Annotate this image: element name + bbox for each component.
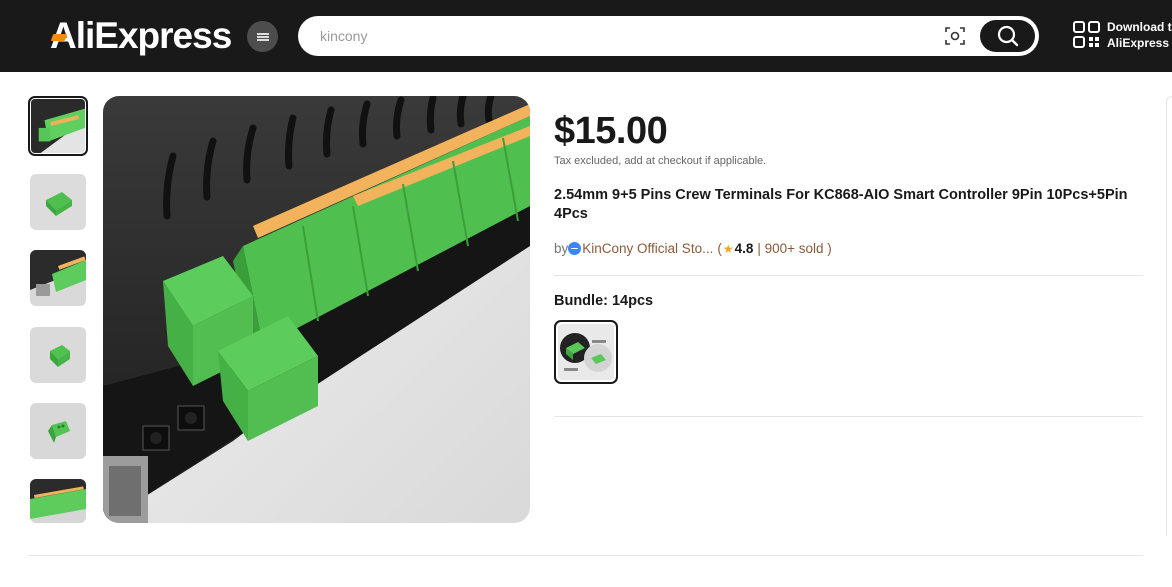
bundle-option-14pcs[interactable] xyxy=(554,320,618,384)
download-line-1: Download the xyxy=(1107,20,1172,34)
thumbnail-image xyxy=(30,250,86,306)
gallery-thumbnail-6[interactable] xyxy=(30,479,86,523)
rating-value[interactable]: 4.8 xyxy=(735,241,754,256)
thumbnail-image xyxy=(30,403,86,459)
gallery-thumbnail-5[interactable] xyxy=(30,403,86,459)
by-label: by xyxy=(554,241,569,256)
tax-note: Tax excluded, add at checkout if applica… xyxy=(554,155,767,167)
star-icon: ★ xyxy=(722,241,734,256)
search-input[interactable] xyxy=(320,24,920,48)
search-icon xyxy=(997,25,1018,47)
bundle-option-image xyxy=(558,324,614,380)
hamburger-icon xyxy=(256,32,269,41)
open-paren: ( xyxy=(717,241,722,256)
qr-code-icon xyxy=(1073,21,1100,48)
aliexpress-logo[interactable]: AliExpress xyxy=(50,14,233,58)
product-photo xyxy=(103,96,530,523)
thumbnail-image xyxy=(30,479,86,523)
image-search-icon[interactable] xyxy=(945,26,965,46)
search-button[interactable] xyxy=(980,20,1035,52)
main-product-image[interactable] xyxy=(103,96,530,523)
download-line-2: AliExpress app xyxy=(1107,36,1172,50)
gallery-thumbnail-1[interactable] xyxy=(28,96,88,156)
store-line: by KinCony Official Sto... ( ★ 4.8 | 900… xyxy=(554,241,832,256)
gallery-thumbnail-3[interactable] xyxy=(30,250,86,306)
store-badge-icon xyxy=(568,242,582,255)
thumbnail-image xyxy=(30,327,86,383)
thumbnail-image xyxy=(30,174,86,230)
gallery-thumbnail-2[interactable] xyxy=(30,174,86,230)
product-title: 2.54mm 9+5 Pins Crew Terminals For KC868… xyxy=(554,187,1128,222)
search-bar xyxy=(298,16,1039,56)
thumbnail-image xyxy=(31,99,85,153)
side-panel-edge xyxy=(1166,96,1172,536)
bundle-label: Bundle: 14pcs xyxy=(554,293,654,309)
sold-count: | 900+ sold ) xyxy=(757,241,832,256)
gallery-thumbnail-4[interactable] xyxy=(30,327,86,383)
logo-text: liExpress xyxy=(75,15,233,56)
section-divider xyxy=(28,555,1143,556)
menu-button[interactable] xyxy=(247,21,278,52)
download-app[interactable]: Download the AliExpress app xyxy=(1073,19,1172,51)
store-link[interactable]: KinCony Official Sto... xyxy=(582,241,713,256)
product-price: $15.00 xyxy=(554,110,668,152)
divider xyxy=(554,416,1143,417)
top-header: AliExpress Download the AliExpress app xyxy=(0,0,1172,72)
divider xyxy=(554,275,1143,276)
